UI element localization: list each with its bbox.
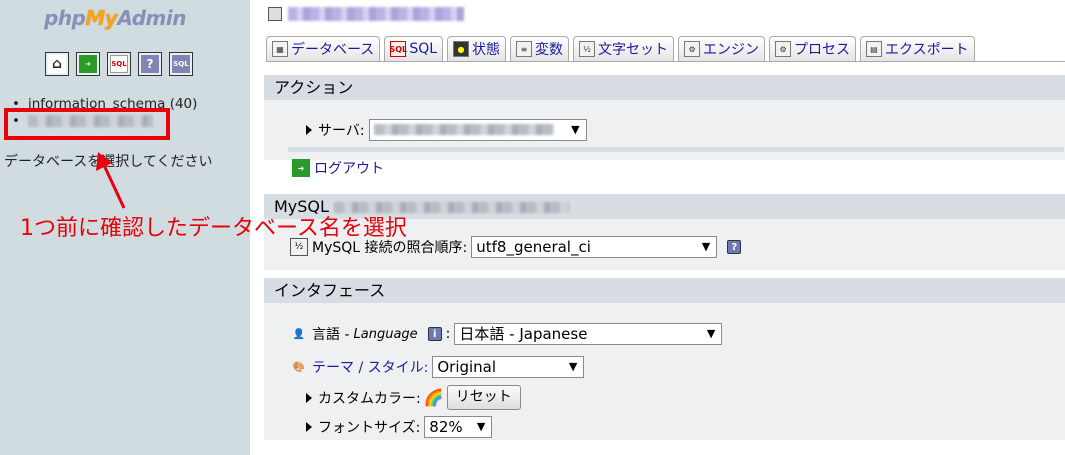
annotation-arrow [96,152,126,209]
